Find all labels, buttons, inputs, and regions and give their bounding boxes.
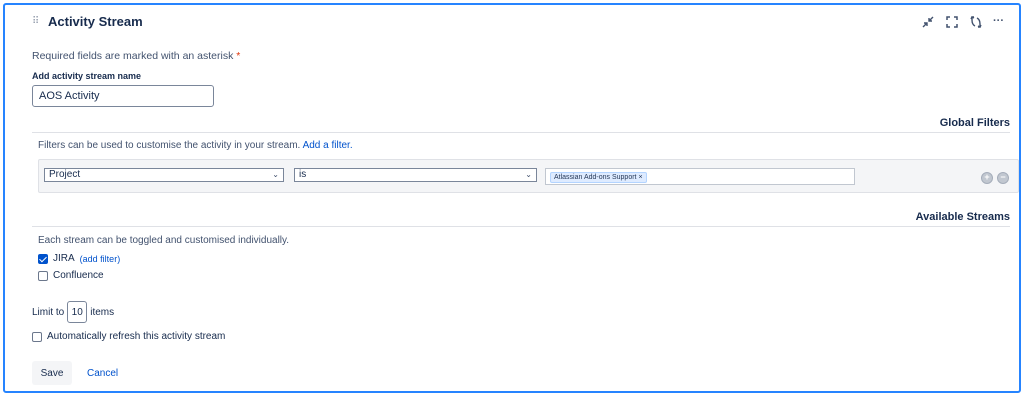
stream-item-jira[interactable]: JIRA (add filter) [38,253,120,264]
activity-stream-gadget: ⠿ Activity Stream ··· Required fields ar… [3,3,1021,393]
name-field-label: Add activity stream name [32,71,142,81]
limit-input[interactable] [67,301,88,323]
more-icon[interactable]: ··· [993,15,1007,29]
add-filter-row-button[interactable]: + [981,172,993,184]
chevron-down-icon: ⌄ [272,170,279,179]
add-filter-link[interactable]: Add a filter. [303,140,353,151]
cancel-button[interactable]: Cancel [81,361,124,385]
token-label: Atlassian Add-ons Support [554,174,637,181]
jira-label: JIRA [53,253,75,264]
global-filters-divider [32,132,1010,133]
global-filters-help: Filters can be used to customise the act… [38,140,353,151]
auto-refresh-row[interactable]: Automatically refresh this activity stre… [32,331,225,342]
stream-item-confluence[interactable]: Confluence [38,270,104,281]
global-filters-heading: Global Filters [939,117,1010,129]
required-fields-note: Required fields are marked with an aster… [32,50,240,62]
save-button[interactable]: Save [32,361,72,385]
filter-value-input[interactable]: Atlassian Add-ons Support × [545,168,855,185]
token-remove-icon[interactable]: × [638,174,642,181]
filter-value-token[interactable]: Atlassian Add-ons Support × [550,172,647,183]
filter-operator-value: is [299,169,307,180]
remove-filter-row-button[interactable]: − [997,172,1009,184]
gadget-header: ⠿ Activity Stream ··· [5,5,1019,39]
global-filters-help-text: Filters can be used to customise the act… [38,140,301,151]
filter-field-value: Project [49,169,81,180]
limit-prefix: Limit to [32,306,65,318]
confluence-checkbox[interactable] [38,270,48,281]
confluence-label: Confluence [53,270,104,281]
filter-field-select[interactable]: Project ⌄ [44,168,284,182]
available-streams-divider [32,226,1010,227]
limit-suffix: items [90,306,115,318]
available-streams-heading: Available Streams [915,211,1010,223]
required-note-text: Required fields are marked with an aster… [32,50,234,62]
filter-row: Project ⌄ is ⌄ Atlassian Add-ons Support… [38,159,1019,193]
auto-refresh-label: Automatically refresh this activity stre… [47,331,226,342]
stream-name-input[interactable] [32,85,214,107]
required-asterisk: * [236,50,241,62]
maximize-icon[interactable] [945,15,959,29]
filter-operator-select[interactable]: is ⌄ [294,168,537,182]
header-actions: ··· [921,15,1007,29]
drag-handle-icon[interactable]: ⠿ [32,17,40,27]
refresh-icon[interactable] [969,15,983,29]
streams-help: Each stream can be toggled and customise… [38,235,290,246]
gadget-title: Activity Stream [48,14,143,29]
jira-add-filter-link[interactable]: (add filter) [80,254,121,264]
collapse-icon[interactable] [921,15,935,29]
limit-row: Limit to items [32,301,114,323]
auto-refresh-checkbox[interactable] [32,331,42,342]
jira-checkbox[interactable] [38,253,48,264]
chevron-down-icon: ⌄ [525,170,532,179]
